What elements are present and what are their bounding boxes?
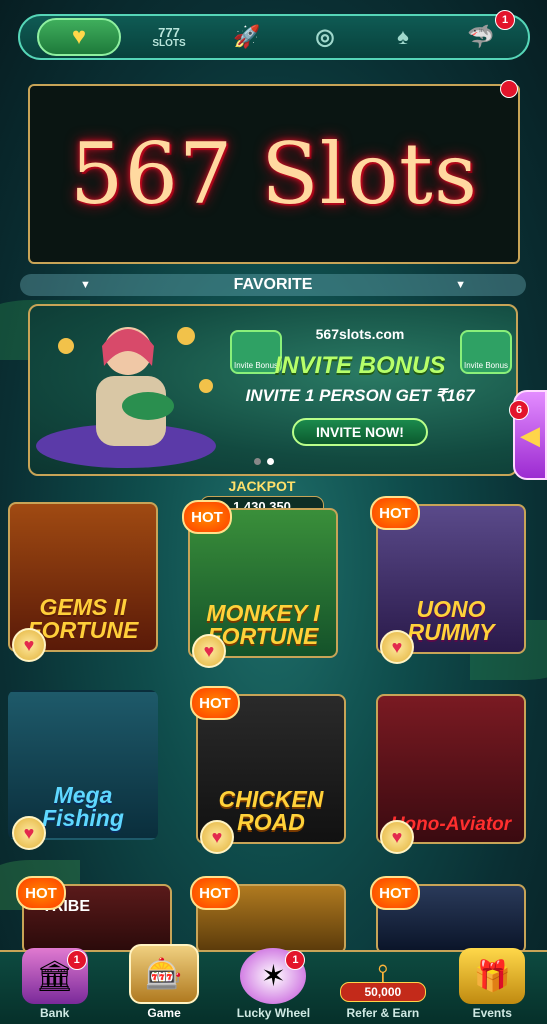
tab-cards[interactable]: ♠ [373, 20, 433, 54]
heart-icon[interactable]: ♥ [200, 820, 234, 854]
hot-badge: HOT [370, 496, 420, 530]
title-panel: 567 Slots [28, 80, 520, 264]
nav-label: Bank [40, 1006, 70, 1020]
banner-headline: INVITE BONUS [274, 352, 446, 379]
notification-badge: 1 [66, 950, 87, 970]
hot-badge: HOT [370, 876, 420, 910]
game-card-gems-fortune[interactable]: GEMS II FORTUNE ♥ [8, 502, 158, 662]
nav-refer-earn[interactable]: ⟟ 50,000 Refer & Earn [333, 959, 433, 1020]
heart-icon[interactable]: ♥ [192, 634, 226, 668]
nav-label: Lucky Wheel [236, 1006, 311, 1020]
banner-subline: INVITE 1 PERSON GET ₹167 [245, 386, 475, 405]
heart-icon[interactable]: ♥ [380, 630, 414, 664]
nav-game[interactable]: 🎰 Game [114, 944, 214, 1020]
game-card[interactable]: HOT [370, 876, 526, 954]
top-category-nav: ♥ 777 SLOTS 🚀 ◎ ♠ 🦈 1 [18, 10, 530, 60]
invite-now-button[interactable]: INVITE NOW! [292, 418, 428, 446]
game-card-uono-aviator[interactable]: Uono-Aviator ♥ [376, 694, 526, 854]
gift-icon: 🎁 [459, 948, 526, 1004]
chevron-down-icon: ▼ [80, 279, 91, 291]
shark-icon: 🦈 [467, 24, 495, 49]
nav-label: Game [147, 1006, 181, 1020]
hot-badge: HOT [190, 686, 240, 720]
roulette-icon: ◎ [315, 24, 335, 49]
site-url: 567slots.com [315, 326, 405, 342]
heart-icon[interactable]: ♥ [380, 820, 414, 854]
slots-icon-line2: SLOTS [152, 37, 186, 49]
favorite-label: FAVORITE [233, 276, 313, 293]
slots-icon: 777 SLOTS [152, 26, 185, 49]
bottom-nav: 🏛 1 Bank 🎰 Game ✶ 1 Lucky Wheel ⟟ 50,000… [0, 944, 547, 1024]
chevron-left-icon: ◀ [520, 419, 540, 450]
slot-machine-icon: 🎰 [129, 944, 200, 1004]
favorite-bar[interactable]: ▼ FAVORITE ▼ [20, 274, 526, 296]
hot-badge: HOT [182, 500, 232, 534]
app-title: 567 Slots [70, 125, 478, 223]
tab-slots[interactable]: 777 SLOTS [139, 20, 199, 54]
heart-icon[interactable]: ♥ [12, 816, 46, 850]
nav-bank[interactable]: 🏛 1 Bank [5, 948, 105, 1020]
invite-banner[interactable]: Invite Bonus Invite Bonus 567slots.com I… [28, 304, 518, 476]
nav-lucky-wheel[interactable]: ✶ 1 Lucky Wheel [223, 948, 323, 1020]
notification-badge: 1 [495, 10, 515, 30]
tab-roulette[interactable]: ◎ [295, 20, 355, 54]
chevron-down-icon: ▼ [455, 279, 466, 291]
heart-icon: ♥ [71, 23, 87, 50]
notification-dot [500, 80, 518, 98]
heart-icon[interactable]: ♥ [12, 628, 46, 662]
game-card-mega-fishing[interactable]: Mega Fishing ♥ [8, 690, 158, 850]
hot-badge: HOT [16, 876, 66, 910]
cards-icon: ♠ [397, 24, 409, 49]
carousel-dot-active[interactable] [267, 458, 274, 465]
game-card-monkey-fortune[interactable]: MONKEY I FORTUNE HOT ♥ [182, 500, 338, 668]
jackpot-label: JACKPOT [228, 478, 296, 494]
carousel-dots [254, 458, 274, 465]
nav-label: Events [472, 1006, 512, 1020]
game-card[interactable]: HOT [190, 876, 346, 954]
nav-events[interactable]: 🎁 Events [442, 948, 542, 1020]
refer-reward-value: 50,000 [339, 982, 426, 1002]
carousel-dot[interactable] [254, 458, 261, 465]
tab-fishing[interactable]: 🦈 1 [451, 10, 515, 54]
notification-badge: 6 [509, 400, 529, 420]
game-card-uono-rummy[interactable]: UONO RUMMY HOT ♥ [370, 496, 526, 664]
game-card-chicken-road[interactable]: CHICKEN ROAD HOT ♥ [190, 686, 346, 854]
hot-badge: HOT [190, 876, 240, 910]
tab-crash[interactable]: 🚀 [217, 20, 277, 54]
rocket-icon: 🚀 [233, 24, 261, 49]
tab-favorites[interactable]: ♥ [37, 18, 121, 56]
slots-icon-line1: 777 [158, 24, 180, 40]
character-illustration [36, 327, 216, 468]
nav-label: Refer & Earn [346, 1006, 420, 1020]
